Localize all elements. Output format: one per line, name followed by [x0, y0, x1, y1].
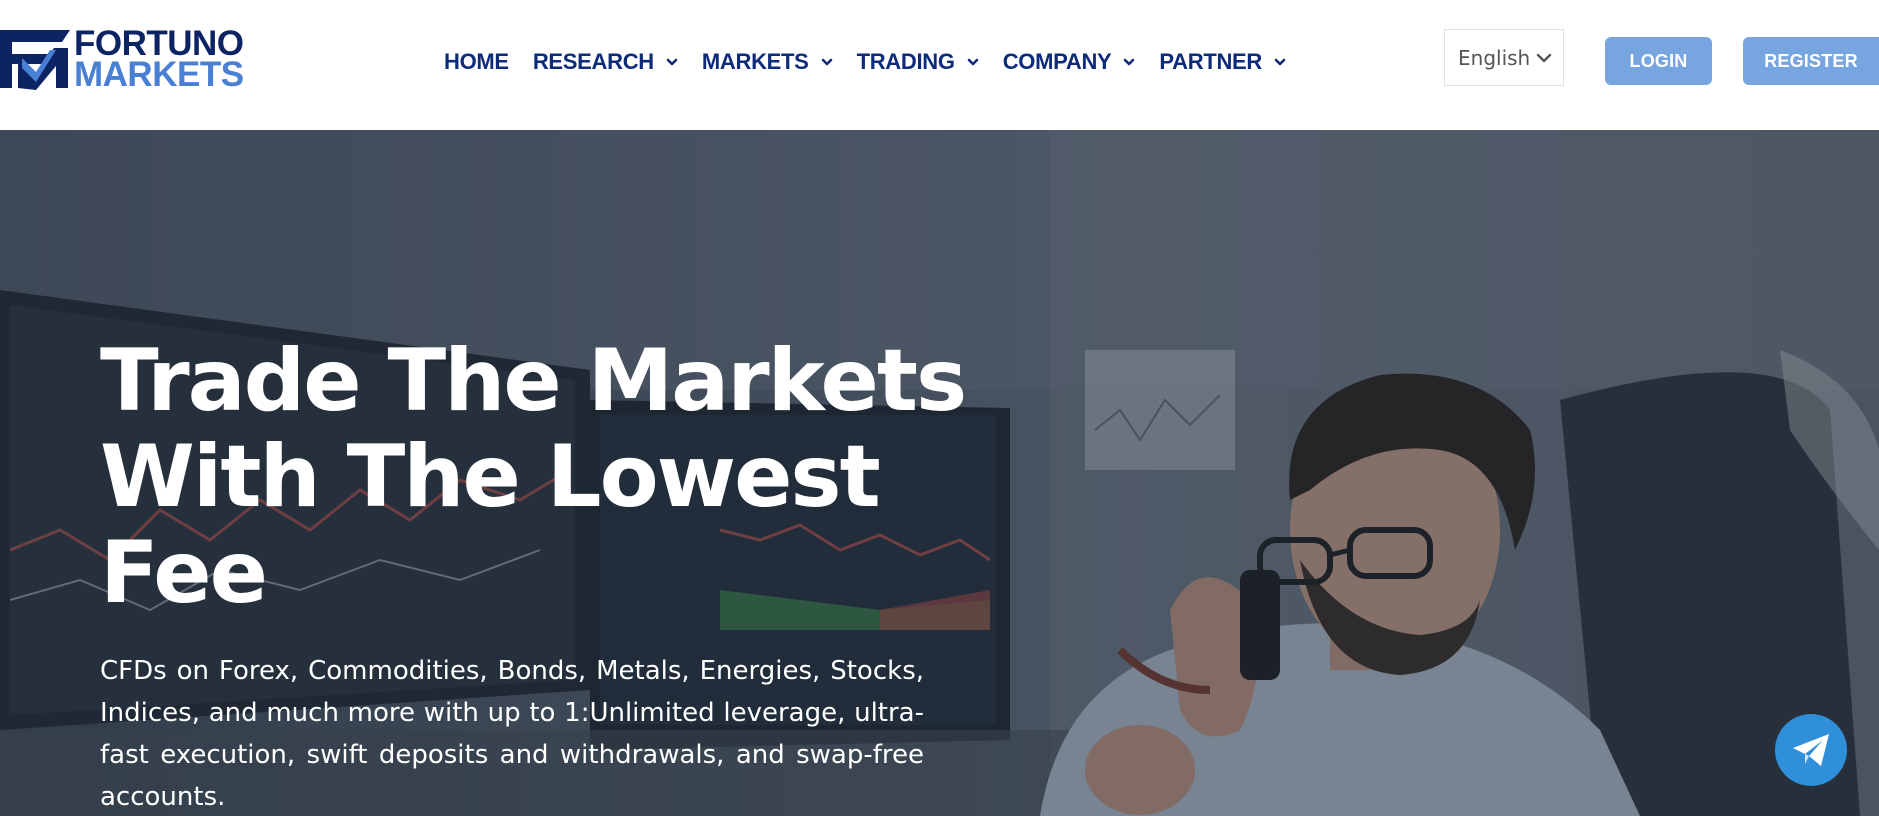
nav-item-research[interactable]: RESEARCH [533, 49, 678, 75]
nav-item-home[interactable]: HOME [444, 49, 509, 75]
brand-logo-icon [0, 30, 70, 90]
nav-item-label: TRADING [856, 49, 955, 74]
site-header: FORTUNO MARKETS HOME RESEARCH MARKETS TR… [0, 0, 1879, 130]
main-nav: HOME RESEARCH MARKETS TRADING COMPANY PA… [444, 46, 1310, 78]
hero-description: CFDs on Forex, Commodities, Bonds, Metal… [100, 656, 924, 812]
chevron-down-icon [1124, 58, 1135, 66]
chevron-down-icon [1274, 58, 1286, 66]
chevron-down-icon [967, 58, 978, 66]
nav-item-partner[interactable]: PARTNER [1159, 49, 1286, 75]
hero-section: Trade The Markets With The Lowest Fee CF… [0, 130, 1879, 816]
login-button[interactable]: LOGIN [1605, 37, 1712, 85]
chevron-down-icon [666, 58, 678, 66]
nav-item-label: MARKETS [701, 49, 809, 74]
hero-title: Trade The Markets With The Lowest Fee [100, 331, 967, 623]
chevron-down-icon [1537, 53, 1552, 62]
register-button[interactable]: REGISTER [1743, 37, 1879, 85]
telegram-chat-button[interactable] [1775, 714, 1847, 786]
nav-item-label: PARTNER [1159, 49, 1263, 74]
brand-logo[interactable]: FORTUNO MARKETS [0, 26, 244, 94]
nav-item-company[interactable]: COMPANY [1003, 49, 1136, 75]
nav-item-label: HOME [444, 49, 509, 74]
nav-item-label: RESEARCH [532, 49, 654, 74]
brand-name-line2: MARKETS [74, 55, 244, 94]
nav-item-trading[interactable]: TRADING [857, 49, 979, 75]
chevron-down-icon [821, 58, 832, 66]
brand-wordmark: FORTUNO MARKETS [74, 26, 244, 94]
language-selected-value: English [1458, 45, 1531, 70]
language-select[interactable]: English [1444, 29, 1564, 86]
telegram-icon [1793, 734, 1829, 766]
nav-item-label: COMPANY [1002, 49, 1112, 74]
nav-item-markets[interactable]: MARKETS [702, 49, 833, 75]
